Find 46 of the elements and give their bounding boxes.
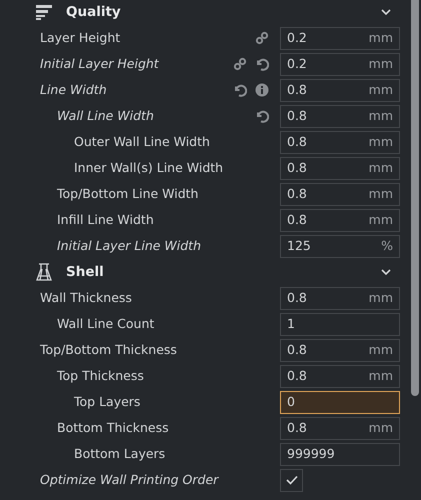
setting-label: Optimize Wall Printing Order	[39, 470, 220, 489]
number-field[interactable]: 0.8 mm	[280, 338, 400, 362]
number-field[interactable]: 0.8 mm	[280, 286, 400, 310]
number-field[interactable]: 0.2 mm	[280, 26, 400, 50]
number-field[interactable]: 0.8 mm	[280, 416, 400, 440]
reset-icon[interactable]	[233, 83, 247, 97]
reset-icon[interactable]	[255, 109, 269, 123]
number-field[interactable]: 125 %	[280, 234, 400, 258]
setting-label: Wall Line Width	[56, 106, 155, 125]
setting-label: Initial Layer Height	[39, 54, 160, 73]
section-header[interactable]: Shell	[0, 259, 421, 285]
setting-label: Bottom Thickness	[56, 418, 170, 437]
setting-label: Top/Bottom Thickness	[39, 340, 178, 359]
setting-label: Top/Bottom Line Width	[56, 184, 200, 203]
number-field[interactable]: 0.2 mm	[280, 52, 400, 76]
chevron-icon	[381, 269, 391, 275]
number-field[interactable]: 0.8 mm	[280, 364, 400, 388]
number-field[interactable]: 0.8 mm	[280, 182, 400, 206]
number-field[interactable]: 0.8 mm	[280, 78, 400, 102]
setting-label: Line Width	[39, 80, 108, 99]
section-header[interactable]: Quality	[0, 0, 421, 25]
number-field[interactable]: 1	[280, 312, 400, 336]
scrollbar-thumb[interactable]	[411, 0, 419, 396]
lines-icon	[36, 4, 52, 20]
number-field[interactable]: 0.8 mm	[280, 208, 400, 232]
info-icon[interactable]	[255, 83, 269, 97]
setting-label: Wall Thickness	[39, 288, 133, 307]
setting-label: Outer Wall Line Width	[73, 132, 211, 151]
setting-label: Initial Layer Line Width	[56, 236, 202, 255]
setting-label: Wall Line Count	[56, 314, 156, 333]
checkbox[interactable]	[280, 468, 303, 492]
setting-label: Inner Wall(s) Line Width	[73, 158, 224, 177]
number-field[interactable]: 0	[280, 390, 400, 414]
setting-label: Top Layers	[73, 392, 142, 411]
reset-icon[interactable]	[255, 57, 269, 71]
number-field[interactable]: 999999	[280, 442, 400, 466]
flask-icon	[36, 263, 52, 281]
setting-label: Top Thickness	[56, 366, 145, 385]
setting-label: Bottom Layers	[73, 444, 166, 463]
setting-label: Layer Height	[39, 28, 122, 47]
check-icon	[286, 475, 298, 485]
setting-label: Infill Line Width	[56, 210, 155, 229]
number-field[interactable]: 0.8 mm	[280, 130, 400, 154]
number-field[interactable]: 0.8 mm	[280, 104, 400, 128]
number-field[interactable]: 0.8 mm	[280, 156, 400, 180]
chevron-icon	[381, 9, 391, 15]
